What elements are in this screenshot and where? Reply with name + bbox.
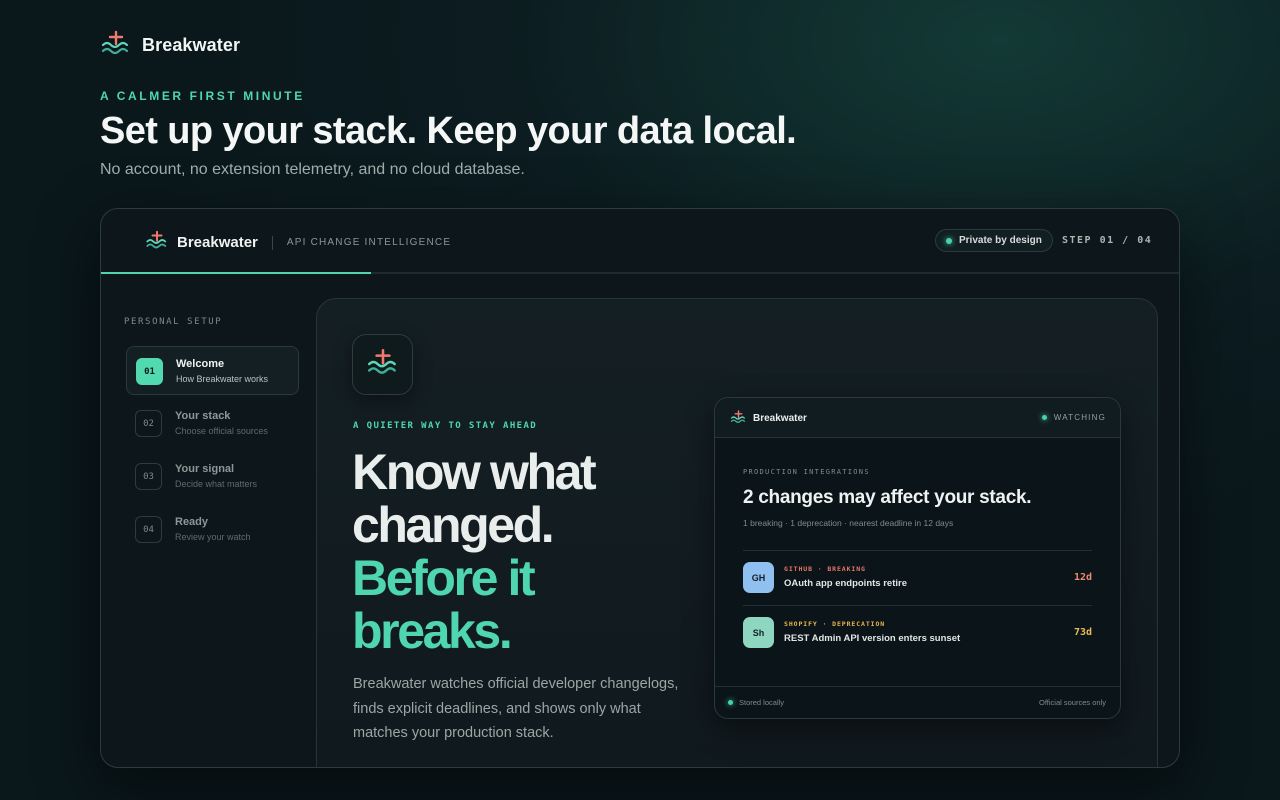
storage-label: Stored locally <box>739 698 785 707</box>
change-tag: GITHUB · BREAKING <box>784 565 866 573</box>
integration-badge-shopify: Sh <box>743 617 774 648</box>
status-dot-icon <box>946 237 952 244</box>
step-number: 02 <box>135 410 162 437</box>
sidebar-item-label: Welcome <box>176 358 225 370</box>
hero-title-accent-line: Before it <box>352 550 536 606</box>
app-icon <box>352 334 413 395</box>
step-number: 03 <box>135 463 162 490</box>
hero-eyebrow: A QUIETER WAY TO STAY AHEAD <box>353 421 538 431</box>
days-remaining: 73d <box>1073 627 1092 638</box>
brand-name: Breakwater <box>142 35 241 55</box>
breakwater-logo-icon <box>366 348 400 381</box>
hero-title-accent-line: breaks. <box>352 603 513 659</box>
hero-title: Know what changed. Before it breaks. <box>352 444 597 659</box>
setup-window: Breakwater API CHANGE INTELLIGENCE Priva… <box>100 208 1180 768</box>
header-divider <box>271 235 273 250</box>
hero-description: Breakwater watches official developer ch… <box>353 676 679 741</box>
page-title: Set up your stack. Keep your data local. <box>100 110 797 152</box>
privacy-badge: Private by design <box>935 229 1053 252</box>
panel-meta: 1 breaking · 1 deprecation · nearest dea… <box>743 518 954 528</box>
storage-status: Stored locally <box>728 698 784 707</box>
progress-fill <box>101 272 371 274</box>
sources-label: Official sources only <box>1039 698 1106 707</box>
breakwater-logo-icon <box>145 230 169 255</box>
brand: Breakwater <box>100 30 240 61</box>
days-remaining: 12d <box>1073 572 1092 583</box>
window-brand-name: Breakwater <box>177 234 258 251</box>
change-title: OAuth app endpoints retire <box>784 578 907 589</box>
window-brand: Breakwater API CHANGE INTELLIGENCE <box>145 230 451 255</box>
integration-badge-github: GH <box>743 562 774 593</box>
progress-bar <box>101 272 1179 274</box>
hero-title-line: changed. <box>352 497 555 553</box>
hero-title-line: Know what <box>352 444 597 500</box>
sidebar-item-label: Your stack <box>175 410 231 422</box>
step-number: 04 <box>135 516 162 543</box>
sidebar-item-label: Ready <box>175 516 209 528</box>
change-title: REST Admin API version enters sunset <box>784 633 961 644</box>
preview-brand-name: Breakwater <box>753 413 807 424</box>
preview-brand: Breakwater <box>730 410 807 427</box>
preview-panel: Breakwater WATCHING PRODUCTION INTEGRATI… <box>714 397 1121 719</box>
status-dot-icon <box>728 700 733 705</box>
breakwater-logo-icon <box>100 30 132 61</box>
page-subtitle: No account, no extension telemetry, and … <box>100 161 525 178</box>
sidebar-item-your-signal[interactable]: 03 Your signal Decide what matters <box>126 452 299 501</box>
panel-section-label: PRODUCTION INTEGRATIONS <box>743 468 870 476</box>
step-number: 01 <box>136 358 163 385</box>
sidebar-item-desc: How Breakwater works <box>176 374 269 384</box>
sidebar-item-label: Your signal <box>175 463 235 475</box>
change-row[interactable]: Sh SHOPIFY · DEPRECATION REST Admin API … <box>743 606 1092 660</box>
sidebar-item-welcome[interactable]: 01 Welcome How Breakwater works <box>126 346 299 395</box>
preview-panel-header: Breakwater WATCHING <box>715 398 1120 438</box>
intro-eyebrow: A CALMER FIRST MINUTE <box>100 89 305 103</box>
panel-title: 2 changes may affect your stack. <box>743 487 1032 508</box>
step-indicator: STEP 01 / 04 <box>1062 235 1153 246</box>
window-header: Breakwater API CHANGE INTELLIGENCE Priva… <box>101 209 1179 274</box>
sidebar-item-your-stack[interactable]: 02 Your stack Choose official sources <box>126 399 299 448</box>
sidebar-item-desc: Choose official sources <box>175 426 268 436</box>
watching-label: WATCHING <box>1053 413 1106 422</box>
window-tagline: API CHANGE INTELLIGENCE <box>286 237 452 248</box>
sidebar-title: PERSONAL SETUP <box>124 317 223 327</box>
sidebar-item-desc: Review your watch <box>175 532 251 542</box>
preview-panel-footer: Stored locally Official sources only <box>715 686 1120 718</box>
sidebar-item-desc: Decide what matters <box>175 479 258 489</box>
privacy-badge-label: Private by design <box>959 235 1042 246</box>
breakwater-logo-icon <box>730 410 747 427</box>
status-dot-icon <box>1041 415 1047 420</box>
watching-status: WATCHING <box>1041 413 1106 422</box>
change-tag: SHOPIFY · DEPRECATION <box>784 620 886 628</box>
change-row[interactable]: GH GITHUB · BREAKING OAuth app endpoints… <box>743 551 1092 605</box>
welcome-card: A QUIETER WAY TO STAY AHEAD Know what ch… <box>316 298 1158 767</box>
sidebar-item-ready[interactable]: 04 Ready Review your watch <box>126 505 299 554</box>
